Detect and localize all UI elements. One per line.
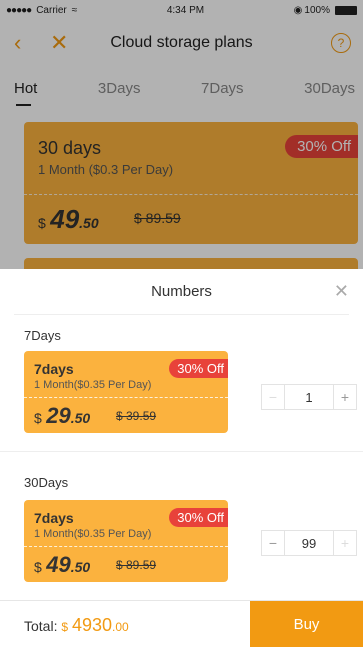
- sheet-header: Numbers ✕: [14, 269, 349, 315]
- item-name: 7days: [34, 510, 74, 526]
- section-label-7days: 7Days: [24, 328, 61, 343]
- card-divider: [24, 546, 228, 547]
- quantity-stepper: − 1 +: [261, 384, 357, 410]
- discount-badge: 30% Off: [169, 359, 228, 378]
- buy-button[interactable]: Buy: [250, 601, 363, 647]
- item-old-price: $ 39.59: [116, 409, 157, 423]
- quantity-value[interactable]: 1: [284, 385, 334, 409]
- close-icon[interactable]: ✕: [334, 281, 349, 302]
- modal-overlay[interactable]: [0, 0, 363, 269]
- item-old-price: $ 89.59: [116, 558, 157, 572]
- item-card-7days: 7days 1 Month($0.35 Per Day) 30% Off $ 2…: [24, 351, 228, 433]
- discount-badge: 30% Off: [169, 508, 228, 527]
- item-desc: 1 Month($0.35 Per Day): [34, 528, 152, 540]
- sheet-title: Numbers: [151, 283, 212, 300]
- quantity-stepper: − 99 +: [261, 530, 357, 556]
- item-desc: 1 Month($0.35 Per Day): [34, 379, 152, 391]
- card-divider: [24, 397, 228, 398]
- total-price: Total: $ 4930.00: [24, 615, 129, 635]
- item-price: $ 29.50: [34, 403, 91, 428]
- quantity-value[interactable]: 99: [284, 531, 334, 555]
- plus-button[interactable]: +: [334, 385, 356, 409]
- item-separator: [0, 451, 363, 452]
- quantity-sheet: Numbers ✕: [0, 269, 363, 647]
- item-card-30days: 7days 1 Month($0.35 Per Day) 30% Off $ 4…: [24, 500, 228, 582]
- plus-button[interactable]: +: [334, 531, 356, 555]
- item-price: $ 49.50: [34, 552, 91, 577]
- section-label-30days: 30Days: [24, 475, 69, 490]
- minus-button[interactable]: −: [262, 385, 284, 409]
- item-name: 7days: [34, 361, 74, 377]
- checkout-footer: Total: $ 4930.00 Buy: [0, 600, 363, 647]
- minus-button[interactable]: −: [262, 531, 284, 555]
